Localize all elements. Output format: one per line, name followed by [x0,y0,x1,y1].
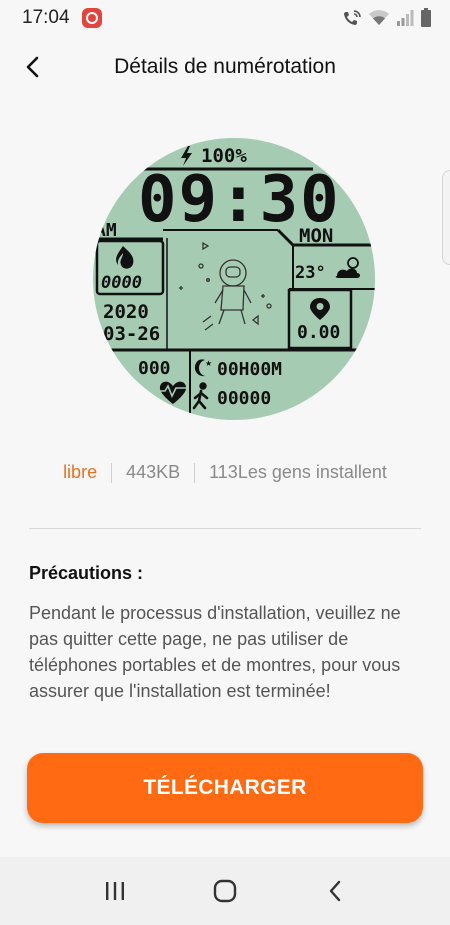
wifi-icon [369,10,389,25]
flame-icon [116,246,134,269]
home-button[interactable] [200,866,250,916]
edge-panel-handle[interactable] [442,170,450,265]
moon-icon [194,359,205,377]
watch-year: 2020 [103,301,149,323]
walking-icon [192,382,209,410]
home-icon [213,879,237,903]
app-bar: Détails de numérotation [0,36,450,98]
watch-date: 03-26 [103,323,160,345]
recents-icon [106,882,124,900]
weather-icon [335,257,360,278]
divider [29,528,421,529]
watch-distance: 0.00 [297,322,340,343]
page-title: Détails de numérotation [114,55,336,78]
astronaut-illustration [179,241,272,331]
watch-day: MON [299,225,333,247]
watch-face-preview: 100% 09:30 AM MON 0000 23° 2020 03-26 0.… [93,138,375,420]
status-time: 17:04 [22,7,70,28]
location-pin-icon [310,298,330,320]
meta-separator [111,462,113,483]
recents-button[interactable] [90,866,140,916]
nav-back-button[interactable] [310,866,360,916]
watch-heart-rate: 000 [138,358,171,379]
app-notification-icon [81,8,102,28]
watch-face-graphic: 100% 09:30 AM MON 0000 23° 2020 03-26 0.… [93,145,375,420]
chevron-left-icon [26,56,39,78]
back-button[interactable] [16,50,50,84]
meta-row: libre 443KB 113Les gens installent [0,462,450,483]
svg-text:★: ★ [205,359,212,368]
meta-separator [194,462,196,483]
size-label: 443KB [126,462,181,482]
installs-label: 113Les gens installent [209,462,387,482]
watch-steps: 00000 [217,388,271,409]
navigation-bar [0,857,450,925]
precautions-title: Précautions : [29,563,144,583]
status-bar: 17:04 [0,0,450,36]
price-label: libre [63,462,98,482]
watch-temperature: 23° [295,263,326,283]
watch-calories: 0000 [101,273,142,293]
signal-icon [397,10,414,26]
download-button[interactable]: TÉLÉCHARGER [27,753,423,823]
precautions-text: Pendant le processus d'installation, veu… [29,603,401,701]
wifi-calling-icon [344,10,361,25]
status-icons [342,8,432,28]
battery-icon [421,8,431,27]
watch-sleep: 00H00M [217,359,282,380]
back-icon [329,880,341,902]
